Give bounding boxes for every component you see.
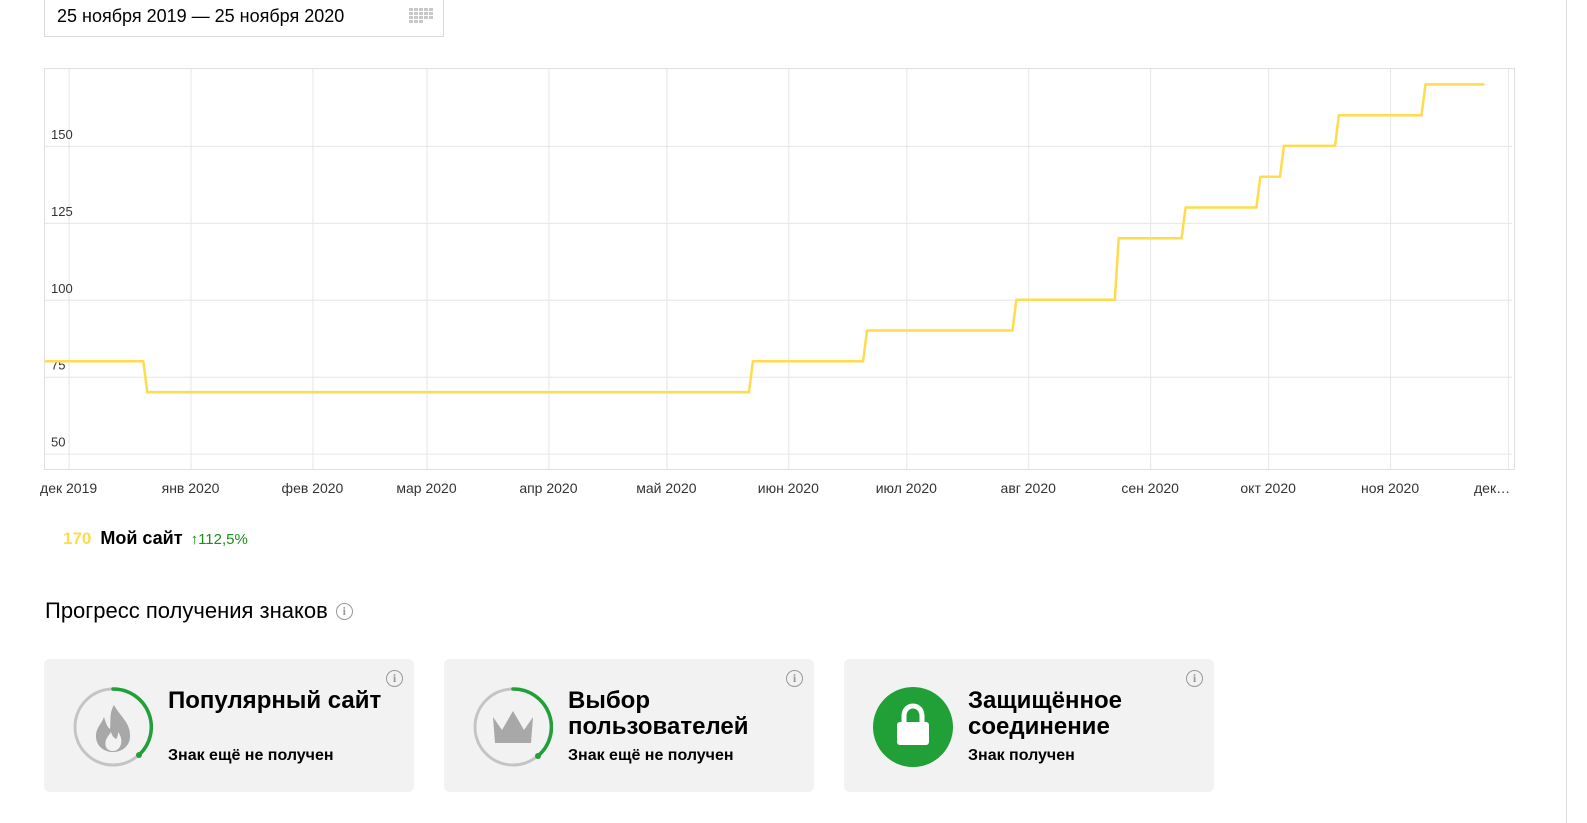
section-title-text: Прогресс получения знаков: [45, 598, 328, 623]
badge-title: Защищённое соединение: [968, 687, 1122, 740]
plot-frame: [44, 68, 1515, 470]
legend-series-name: Мой сайт: [100, 528, 183, 548]
info-icon[interactable]: i: [335, 602, 353, 620]
info-icon[interactable]: i: [386, 670, 403, 687]
x-tick-label: ноя 2020: [1361, 480, 1419, 496]
y-tick-label: 125: [51, 204, 73, 219]
badge-card-users-choice: i Выбор пользователей Знак ещё не получе…: [444, 659, 814, 792]
x-tick-label: дек…: [1474, 480, 1510, 496]
badge-card-popular-site: i Популярный сайт Знак ещё не получен: [44, 659, 414, 792]
x-tick-label: янв 2020: [162, 480, 220, 496]
x-tick-label: фев 2020: [282, 480, 344, 496]
legend-change: ↑112,5%: [190, 531, 248, 548]
badge-card-secure-connection: i Защищённое соединение Знак получен: [844, 659, 1214, 792]
legend-value: 170: [63, 529, 92, 548]
chart: 50 75 100 125 150 дек 2019 янв 2020 фев 2020 ма…: [40, 68, 1515, 496]
x-tick-label: июн 2020: [758, 480, 819, 496]
x-tick-label: сен 2020: [1121, 480, 1179, 496]
x-tick-label: дек 2019: [40, 480, 97, 496]
badge-status: Знак ещё не получен: [168, 747, 334, 764]
lock-icon: [873, 687, 953, 767]
info-icon[interactable]: i: [1186, 670, 1203, 687]
badge-status: Знак получен: [968, 747, 1075, 764]
x-tick-label: окт 2020: [1240, 480, 1296, 496]
x-tick-label: июл 2020: [876, 480, 937, 496]
badge-status: Знак ещё не получен: [568, 747, 734, 764]
badge-title: Выбор пользователей: [568, 687, 749, 740]
crown-icon: [473, 687, 553, 767]
x-tick-label: авг 2020: [1001, 480, 1057, 496]
flame-icon: [73, 687, 153, 767]
x-tick-label: мар 2020: [396, 480, 456, 496]
x-tick-label: апр 2020: [519, 480, 577, 496]
badge-title: Популярный сайт: [168, 687, 382, 714]
chart-legend: 170 Мой сайт ↑112,5%: [63, 528, 248, 550]
info-icon[interactable]: i: [786, 670, 803, 687]
x-tick-label: май 2020: [636, 480, 696, 496]
grid-lines: [45, 69, 1512, 469]
y-tick-label: 75: [51, 358, 65, 373]
scrollbar-edge: [1566, 0, 1567, 823]
y-tick-label: 50: [51, 435, 65, 450]
y-tick-label: 150: [51, 127, 73, 142]
y-tick-label: 100: [51, 281, 73, 296]
section-title-progress: Прогресс получения знаков i: [45, 598, 353, 624]
x-axis: дек 2019 янв 2020 фев 2020 мар 2020 апр 2020…: [40, 480, 1510, 496]
